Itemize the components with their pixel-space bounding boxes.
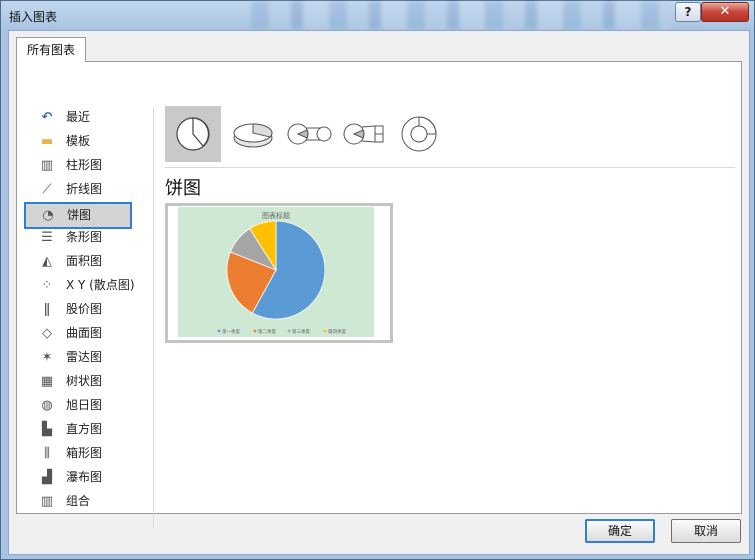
dialog-title: 插入图表 — [9, 10, 58, 24]
sidebar-item-label: 条形图 — [66, 230, 103, 244]
pie-subtype-button[interactable] — [165, 106, 221, 162]
line-chart-icon: ⟋ — [42, 182, 52, 197]
help-button[interactable]: ? — [675, 2, 701, 22]
sidebar-item-label: 树状图 — [66, 374, 103, 388]
sidebar-item[interactable]: ◇ 曲面图 — [25, 322, 139, 345]
sidebar-item[interactable]: ▟ 瀑布图 — [25, 466, 139, 489]
cancel-button[interactable]: 取消 — [671, 519, 741, 543]
histogram-chart-icon: ▙ — [42, 422, 52, 437]
background-blur — [251, 1, 671, 29]
waterfall-chart-icon: ▟ — [42, 470, 52, 485]
sidebar-item[interactable]: ǁ 股价图 — [25, 298, 139, 321]
tab-all-charts[interactable]: 所有图表 — [16, 37, 86, 62]
3d-pie-icon — [233, 123, 273, 148]
vertical-divider — [153, 108, 154, 528]
doughnut-subtype-button[interactable] — [391, 106, 447, 162]
sidebar-item[interactable]: ⁘ X Y (散点图) — [25, 274, 139, 297]
sidebar-item-label: 旭日图 — [66, 398, 103, 412]
pie-of-pie-icon — [287, 123, 332, 145]
radar-chart-icon: ✶ — [41, 350, 53, 365]
sidebar-item-label: 股价图 — [66, 302, 103, 316]
sidebar-item[interactable]: ◭ 面积图 — [25, 250, 139, 273]
sidebar-item-label: 最近 — [66, 110, 91, 124]
scatter-chart-icon: ⁘ — [41, 278, 53, 293]
legend-label: 第二季度 — [258, 328, 276, 335]
surface-chart-icon: ◇ — [42, 326, 52, 341]
combo-chart-icon: ▥ — [40, 494, 54, 509]
sidebar-item-label: 柱形图 — [66, 158, 103, 172]
section-title: 饼图 — [165, 178, 201, 199]
sidebar-item-label: 曲面图 — [66, 326, 103, 340]
pie-icon — [176, 117, 210, 151]
area-chart-icon: ◭ — [42, 254, 52, 269]
pie-chart-icon: ◔ — [42, 208, 54, 223]
chart-preview-area: 图表标题 第一季度 第二季度 第三季度 第四季度 — [178, 207, 374, 337]
pie-of-pie-subtype-button[interactable] — [281, 106, 337, 162]
sidebar-item-label: X Y (散点图) — [66, 278, 135, 292]
legend-swatch — [217, 329, 221, 333]
sidebar-item-label: 饼图 — [67, 208, 92, 222]
sidebar-item[interactable]: ▙ 直方图 — [25, 418, 139, 441]
sidebar-item[interactable]: ▬ 模板 — [25, 130, 139, 153]
bar-of-pie-subtype-button[interactable] — [337, 106, 393, 162]
stock-chart-icon: ǁ — [43, 302, 51, 317]
bar-chart-icon: ☰ — [41, 230, 53, 245]
legend-label: 第三季度 — [292, 328, 310, 335]
chart-subtype-bar — [165, 106, 741, 166]
tab-panel: ↶ 最近 ▬ 模板 ▥ 柱形图 ⟋ 折线图 ◔ 饼图 ☰ 条形图 ◭ 面积图 ⁘ X Y (散点图) ǁ 股价图 ◇… — [16, 61, 742, 528]
recent-icon: ↶ — [41, 110, 53, 125]
chart-preview[interactable]: 图表标题 第一季度 第二季度 第三季度 第四季度 — [165, 203, 393, 343]
column-chart-icon: ▥ — [40, 158, 54, 173]
sidebar-item-label: 直方图 — [66, 422, 103, 436]
sidebar-item[interactable]: ↶ 最近 — [25, 106, 139, 129]
sidebar-item-label: 雷达图 — [66, 350, 103, 364]
legend-swatch — [287, 329, 291, 333]
legend-swatch — [253, 329, 257, 333]
folder-icon: ▬ — [40, 134, 54, 149]
insert-chart-dialog: 插入图表 ? ✕ 所有图表 ↶ 最近 ▬ 模板 ▥ 柱形图 ⟋ 折线图 ◔ 饼图 ☰ 条形图 ◭ 面积图 ⁘… — [0, 0, 755, 560]
sidebar-item-label: 折线图 — [66, 182, 103, 196]
bar-of-pie-icon — [343, 123, 384, 145]
legend-label: 第四季度 — [328, 328, 346, 335]
ok-button[interactable]: 确定 — [585, 519, 655, 543]
pie-chart: 图表标题 第一季度 第二季度 第三季度 第四季度 — [217, 211, 346, 335]
sidebar-item-label: 面积图 — [66, 254, 103, 268]
sidebar-item[interactable]: ⫼ 箱形图 — [25, 442, 139, 465]
close-button[interactable]: ✕ — [701, 2, 749, 22]
chart-title: 图表标题 — [262, 211, 290, 220]
sidebar-item[interactable]: ☰ 条形图 — [25, 226, 139, 249]
sidebar-item[interactable]: ◍ 旭日图 — [25, 394, 139, 417]
doughnut-icon — [401, 116, 437, 152]
sunburst-chart-icon: ◍ — [41, 398, 53, 413]
sidebar-item-label: 箱形图 — [66, 446, 103, 460]
horizontal-divider — [165, 167, 735, 168]
sidebar-item-label: 瀑布图 — [66, 470, 103, 484]
sidebar-item[interactable]: ◔ 饼图 — [24, 202, 132, 229]
treemap-chart-icon: ▦ — [40, 374, 54, 389]
sidebar-item[interactable]: ⟋ 折线图 — [25, 178, 139, 201]
sidebar-item[interactable]: ✶ 雷达图 — [25, 346, 139, 369]
legend-label: 第一季度 — [222, 328, 240, 335]
sidebar-item[interactable]: ▥ 柱形图 — [25, 154, 139, 177]
3d-pie-subtype-button[interactable] — [225, 106, 281, 162]
sidebar-item[interactable]: ▦ 树状图 — [25, 370, 139, 393]
dialog-body: 所有图表 ↶ 最近 ▬ 模板 ▥ 柱形图 ⟋ 折线图 ◔ 饼图 ☰ 条形图 ◭ 面积图 ⁘ X Y (散点图)… — [8, 30, 750, 555]
title-bar: 插入图表 ? ✕ — [1, 1, 754, 31]
sidebar-item-label: 组合 — [66, 494, 91, 508]
box-whisker-chart-icon: ⫼ — [44, 446, 50, 461]
sidebar-item-label: 模板 — [66, 134, 91, 148]
sidebar-item[interactable]: ▥ 组合 — [25, 490, 139, 513]
legend-swatch — [323, 329, 327, 333]
